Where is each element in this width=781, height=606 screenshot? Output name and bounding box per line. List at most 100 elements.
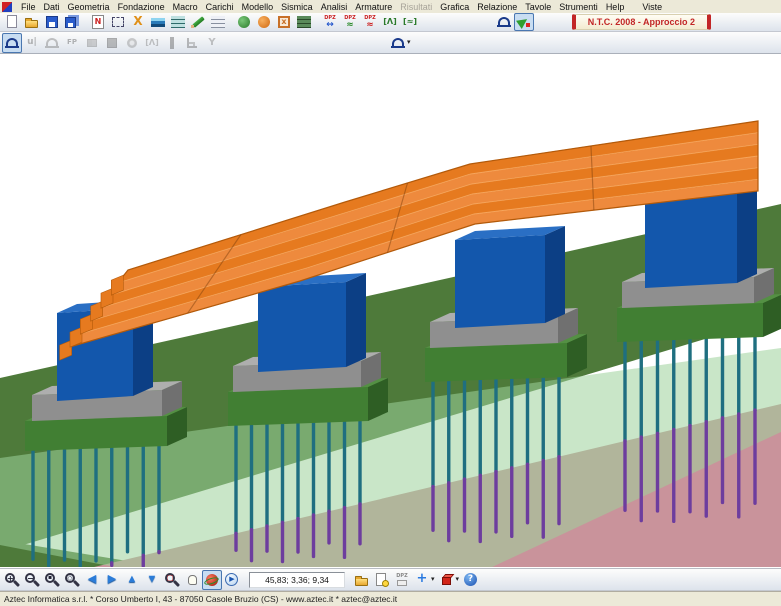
menu-dati[interactable]: Dati — [40, 2, 64, 12]
menu-modello[interactable]: Modello — [238, 2, 278, 12]
menu-bar: FileDatiGeometriaFondazioneMacroCarichiM… — [0, 0, 781, 13]
open-folder-button[interactable] — [22, 13, 42, 31]
sheet-time-button[interactable] — [372, 570, 392, 590]
save-button[interactable] — [42, 13, 62, 31]
menu-macro[interactable]: Macro — [169, 2, 202, 12]
axes-move-button[interactable]: ▾ — [412, 570, 437, 590]
menu-fondazione[interactable]: Fondazione — [114, 2, 169, 12]
section-fp-button[interactable] — [62, 33, 82, 53]
norm-sheet-button[interactable] — [88, 13, 108, 31]
selection-marquee-button[interactable] — [108, 13, 128, 31]
zoom-window-button[interactable] — [162, 570, 182, 590]
new-document-button[interactable] — [2, 13, 22, 31]
pile-curve-icon — [24, 35, 40, 51]
bracket-wave-button[interactable] — [400, 13, 420, 31]
menu-geometria[interactable]: Geometria — [64, 2, 114, 12]
bracket-gray-icon — [144, 35, 160, 51]
toolbar-model-icons — [2, 33, 222, 53]
play-button[interactable] — [222, 570, 242, 590]
orange-circle-icon — [256, 14, 272, 30]
zoom-in-button[interactable] — [2, 570, 22, 590]
deck-section-icon — [150, 14, 166, 30]
zoom-in-icon — [4, 572, 20, 588]
bridge-dropdown-button[interactable]: ▾ — [388, 33, 413, 53]
arrow-up-button[interactable] — [122, 570, 142, 590]
arrow-down-icon — [144, 572, 160, 588]
menu-armature[interactable]: Armature — [351, 2, 396, 12]
arrow-left-icon — [84, 572, 100, 588]
menu-carichi[interactable]: Carichi — [202, 2, 238, 12]
pile-curve-button[interactable] — [22, 33, 42, 53]
step-chart-button[interactable] — [182, 33, 202, 53]
red-cube-button[interactable]: ▾ — [437, 570, 462, 590]
help-icon — [463, 572, 479, 588]
arrow-right-button[interactable] — [102, 570, 122, 590]
orbit-3d-button[interactable] — [202, 570, 222, 590]
dpz-wave-button[interactable] — [340, 13, 360, 31]
menu-viste[interactable]: Viste — [638, 2, 666, 12]
toolbar-main-right-icons — [494, 13, 534, 31]
dpz-strike-icon — [362, 14, 378, 30]
axes-move-icon — [414, 572, 430, 588]
menu-help[interactable]: Help — [602, 2, 629, 12]
arrow-left-button[interactable] — [82, 570, 102, 590]
orbit-3d-icon — [204, 572, 220, 588]
dropdown-caret-icon: ▾ — [431, 576, 435, 583]
bridge-view-button[interactable] — [2, 33, 22, 53]
green-circle-button[interactable] — [234, 13, 254, 31]
menu-sismica[interactable]: Sismica — [277, 2, 317, 12]
menu-risultati: Risultati — [396, 2, 436, 12]
orange-circle-button[interactable] — [254, 13, 274, 31]
dark-bar-icon — [164, 35, 180, 51]
pan-hand-button[interactable] — [182, 570, 202, 590]
dropdown-caret-icon: ▾ — [407, 39, 411, 46]
flag-block-button[interactable] — [82, 33, 102, 53]
folder-button[interactable] — [352, 570, 372, 590]
norm-sheet-icon — [90, 14, 106, 30]
folder-icon — [354, 572, 370, 588]
orange-frame-button[interactable] — [274, 13, 294, 31]
dpz-strike-button[interactable] — [360, 13, 380, 31]
dpz-arrows-button[interactable] — [320, 13, 340, 31]
menu-file[interactable]: File — [17, 2, 40, 12]
hourglass-button[interactable] — [128, 13, 148, 31]
save-copy-button[interactable] — [62, 13, 82, 31]
menu-analisi[interactable]: Analisi — [317, 2, 352, 12]
menu-items: FileDatiGeometriaFondazioneMacroCarichiM… — [17, 2, 666, 12]
deck-section-button[interactable] — [148, 13, 168, 31]
dark-grid-button[interactable] — [294, 13, 314, 31]
menu-tavole[interactable]: Tavole — [521, 2, 555, 12]
menu-strumenti[interactable]: Strumenti — [555, 2, 602, 12]
menu-relazione[interactable]: Relazione — [473, 2, 521, 12]
help-button[interactable] — [461, 570, 481, 590]
paintbrush-button[interactable] — [514, 13, 534, 31]
green-grid-button[interactable] — [168, 13, 188, 31]
paintbrush-icon — [516, 14, 532, 30]
dpz-sheet-button[interactable] — [392, 570, 412, 590]
dark-square-button[interactable] — [102, 33, 122, 53]
dpz-wave-icon — [342, 14, 358, 30]
dark-bar-button[interactable] — [162, 33, 182, 53]
bracket-profile-button[interactable] — [380, 13, 400, 31]
arrow-down-button[interactable] — [142, 570, 162, 590]
zoom-extents-button[interactable] — [62, 570, 82, 590]
toolbar-main-icons — [2, 13, 420, 31]
arrow-up-icon — [124, 572, 140, 588]
zoom-out-button[interactable] — [22, 570, 42, 590]
viewport-3d[interactable] — [0, 54, 781, 568]
menu-grafica[interactable]: Grafica — [436, 2, 473, 12]
dot-grid-button[interactable] — [208, 13, 228, 31]
flower-button[interactable] — [122, 33, 142, 53]
bridge-dropdown-icon — [390, 35, 406, 51]
wrench-y-button[interactable] — [202, 33, 222, 53]
bridge-gray-button[interactable] — [42, 33, 62, 53]
dot-grid-icon — [210, 14, 226, 30]
application-window: FileDatiGeometriaFondazioneMacroCarichiM… — [0, 0, 781, 606]
section-fp-icon — [64, 35, 80, 51]
play-icon — [224, 572, 240, 588]
pencil-button[interactable] — [188, 13, 208, 31]
bridge-outline-button[interactable] — [494, 13, 514, 31]
zoom-previous-icon — [44, 572, 60, 588]
bracket-gray-button[interactable] — [142, 33, 162, 53]
zoom-previous-button[interactable] — [42, 570, 62, 590]
